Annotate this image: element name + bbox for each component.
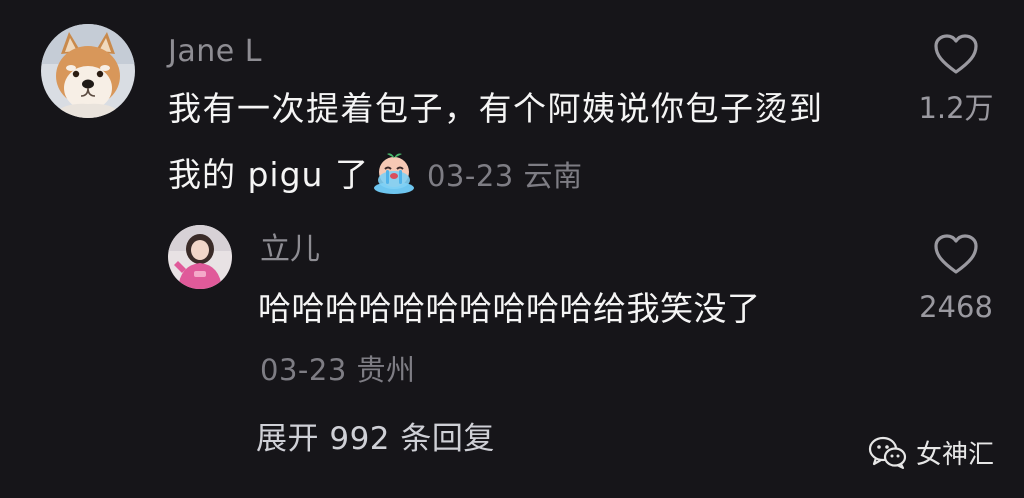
- comment-meta: 03-23 云南: [426, 159, 583, 193]
- reply-author-name[interactable]: 立儿: [260, 232, 320, 268]
- watermark-text: 女神汇: [916, 439, 995, 470]
- heart-outline-icon[interactable]: [932, 232, 980, 276]
- reply-meta: 03-23 贵州: [260, 353, 416, 387]
- reply-like-count: 2468: [919, 290, 993, 324]
- watermark: 女神汇: [868, 432, 994, 472]
- crying-emoji-icon: [371, 150, 417, 196]
- comment-author-name[interactable]: Jane L: [168, 34, 262, 70]
- avatar-li-er[interactable]: [168, 225, 232, 289]
- heart-outline-icon[interactable]: [932, 32, 980, 76]
- avatar-jane-l[interactable]: [41, 24, 135, 118]
- shiba-dog-avatar-icon: [41, 24, 135, 118]
- comment-like-count: 1.2万: [918, 91, 994, 125]
- comment-text-line-2-row: 我的 pigu 了 03-23 云南: [168, 150, 582, 196]
- expand-replies-button[interactable]: 展开 992 条回复: [256, 420, 495, 458]
- wechat-icon: [868, 436, 907, 469]
- comment-text-line-2: 我的 pigu 了: [168, 155, 369, 194]
- girl-pink-hoodie-avatar-icon: [168, 225, 232, 289]
- reply-text: 哈哈哈哈哈哈哈哈哈哈给我笑没了: [258, 289, 761, 328]
- comment-text-line-1: 我有一次提着包子，有个阿姨说你包子烫到: [168, 89, 824, 128]
